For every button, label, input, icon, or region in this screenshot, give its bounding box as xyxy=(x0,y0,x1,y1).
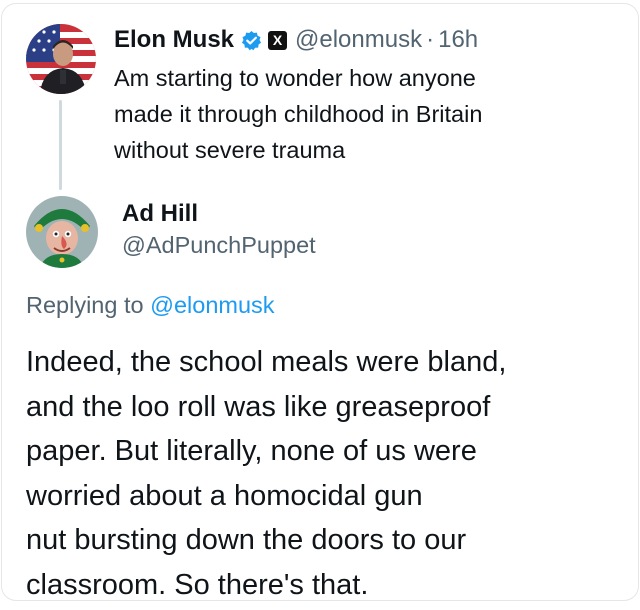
reply-author-name[interactable]: Ad Hill xyxy=(122,200,198,228)
tweet-header: Elon Musk X @elonmusk · 16h xyxy=(114,24,478,56)
thread-connector-line xyxy=(59,100,62,190)
avatar-image xyxy=(26,196,98,268)
tweet-text: Am starting to wonder how anyone made it… xyxy=(114,60,614,168)
elon-avatar[interactable] xyxy=(26,24,96,94)
reply-text-line: nut bursting down the doors to our xyxy=(26,524,467,556)
author-handle[interactable]: @elonmusk xyxy=(295,26,422,54)
reply-text: Indeed, the school meals were bland, and… xyxy=(26,340,626,607)
verified-badge-icon xyxy=(241,30,262,51)
tweet-timestamp[interactable]: 16h xyxy=(438,26,478,54)
tweet-card: Elon Musk X @elonmusk · 16h Am starting … xyxy=(2,4,638,601)
replying-to-mention-link[interactable]: @elonmusk xyxy=(150,292,274,318)
handle-time-separator: · xyxy=(426,26,435,53)
tweet-text-line: without severe trauma xyxy=(114,137,346,163)
tweet-text-line: made it through childhood in Britain xyxy=(114,101,483,127)
reply-text-line: paper. But literally, none of us were xyxy=(26,435,477,467)
replying-to-label: Replying to xyxy=(26,292,144,318)
author-name[interactable]: Elon Musk xyxy=(114,26,234,54)
reply-text-line: and the loo roll was like greaseproof xyxy=(26,390,491,423)
reply-text-line: Indeed, the school meals were bland, xyxy=(26,346,507,378)
reply-text-line: worried about a homocidal gun xyxy=(26,479,423,512)
reply-author-handle[interactable]: @AdPunchPuppet xyxy=(122,232,316,259)
reply-text-line: classroom. So there's that. xyxy=(26,568,369,601)
avatar-image xyxy=(26,24,96,94)
replying-to-line: Replying to @elonmusk xyxy=(26,292,275,319)
ad-hill-avatar[interactable] xyxy=(26,196,98,268)
tweet-text-line: Am starting to wonder how anyone xyxy=(114,65,476,91)
x-affiliation-badge-icon: X xyxy=(268,30,288,50)
